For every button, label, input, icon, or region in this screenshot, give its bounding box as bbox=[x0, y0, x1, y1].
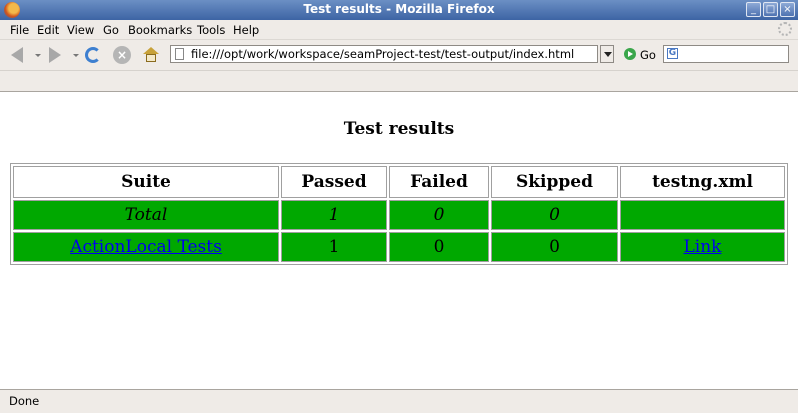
passed-cell: 1 bbox=[281, 232, 387, 262]
table-header-row: Suite Passed Failed Skipped testng.xml bbox=[13, 166, 785, 198]
total-skipped-cell: 0 bbox=[491, 200, 618, 230]
menu-edit[interactable]: Edit bbox=[37, 23, 59, 37]
reload-button[interactable] bbox=[82, 44, 104, 66]
minimize-button[interactable]: _ bbox=[746, 2, 761, 17]
forward-icon bbox=[49, 47, 61, 63]
maximize-button[interactable]: □ bbox=[763, 2, 778, 17]
suite-cell: ActionLocal Tests bbox=[13, 232, 279, 262]
search-input[interactable]: G bbox=[663, 45, 789, 63]
back-button[interactable] bbox=[6, 44, 28, 66]
window-title: Test results - Mozilla Firefox bbox=[303, 2, 495, 16]
menu-help[interactable]: Help bbox=[233, 23, 259, 37]
go-button[interactable]: Go bbox=[640, 48, 656, 62]
total-failed-cell: 0 bbox=[389, 200, 489, 230]
google-search-icon[interactable]: G bbox=[667, 48, 678, 59]
table-row: ActionLocal Tests 1 0 0 Link bbox=[13, 232, 785, 262]
home-icon bbox=[143, 47, 159, 63]
failed-cell: 0 bbox=[389, 232, 489, 262]
back-history-dropdown[interactable] bbox=[35, 54, 41, 57]
header-testng-xml: testng.xml bbox=[620, 166, 785, 198]
menu-view[interactable]: View bbox=[67, 23, 94, 37]
back-icon bbox=[11, 47, 23, 63]
url-text: file:///opt/work/workspace/seamProject-t… bbox=[191, 47, 575, 61]
bookmarks-toolbar bbox=[0, 71, 798, 92]
stop-icon: × bbox=[113, 46, 131, 64]
page-icon bbox=[175, 48, 184, 60]
home-button[interactable] bbox=[140, 44, 162, 66]
throbber-icon bbox=[778, 22, 792, 36]
results-table: Suite Passed Failed Skipped testng.xml T… bbox=[10, 163, 788, 265]
forward-history-dropdown[interactable] bbox=[73, 54, 79, 57]
close-button[interactable]: × bbox=[780, 2, 795, 17]
total-xml-cell bbox=[620, 200, 785, 230]
url-history-dropdown[interactable] bbox=[600, 45, 614, 63]
page-heading: Test results bbox=[343, 119, 455, 139]
header-failed: Failed bbox=[389, 166, 489, 198]
page-content: Test results Suite Passed Failed Skipped… bbox=[0, 92, 798, 389]
menu-bookmarks[interactable]: Bookmarks bbox=[128, 23, 192, 37]
menu-file[interactable]: File bbox=[10, 23, 29, 37]
status-text: Done bbox=[9, 394, 40, 408]
total-passed-cell: 1 bbox=[281, 200, 387, 230]
header-suite: Suite bbox=[13, 166, 279, 198]
table-row: Total 1 0 0 bbox=[13, 200, 785, 230]
xml-cell: Link bbox=[620, 232, 785, 262]
total-suite-cell: Total bbox=[13, 200, 279, 230]
url-bar[interactable]: file:///opt/work/workspace/seamProject-t… bbox=[170, 45, 598, 63]
testng-xml-link[interactable]: Link bbox=[684, 237, 722, 257]
stop-button[interactable]: × bbox=[111, 44, 133, 66]
header-skipped: Skipped bbox=[491, 166, 618, 198]
reload-icon bbox=[85, 47, 101, 63]
menu-tools[interactable]: Tools bbox=[197, 23, 225, 37]
title-bar: Test results - Mozilla Firefox _ □ × bbox=[0, 0, 798, 20]
header-passed: Passed bbox=[281, 166, 387, 198]
go-icon[interactable] bbox=[624, 48, 636, 60]
suite-link[interactable]: ActionLocal Tests bbox=[70, 237, 222, 257]
skipped-cell: 0 bbox=[491, 232, 618, 262]
menu-bar: File Edit View Go Bookmarks Tools Help bbox=[0, 20, 798, 40]
menu-go[interactable]: Go bbox=[103, 23, 119, 37]
status-bar: Done bbox=[0, 389, 798, 413]
forward-button[interactable] bbox=[44, 44, 66, 66]
